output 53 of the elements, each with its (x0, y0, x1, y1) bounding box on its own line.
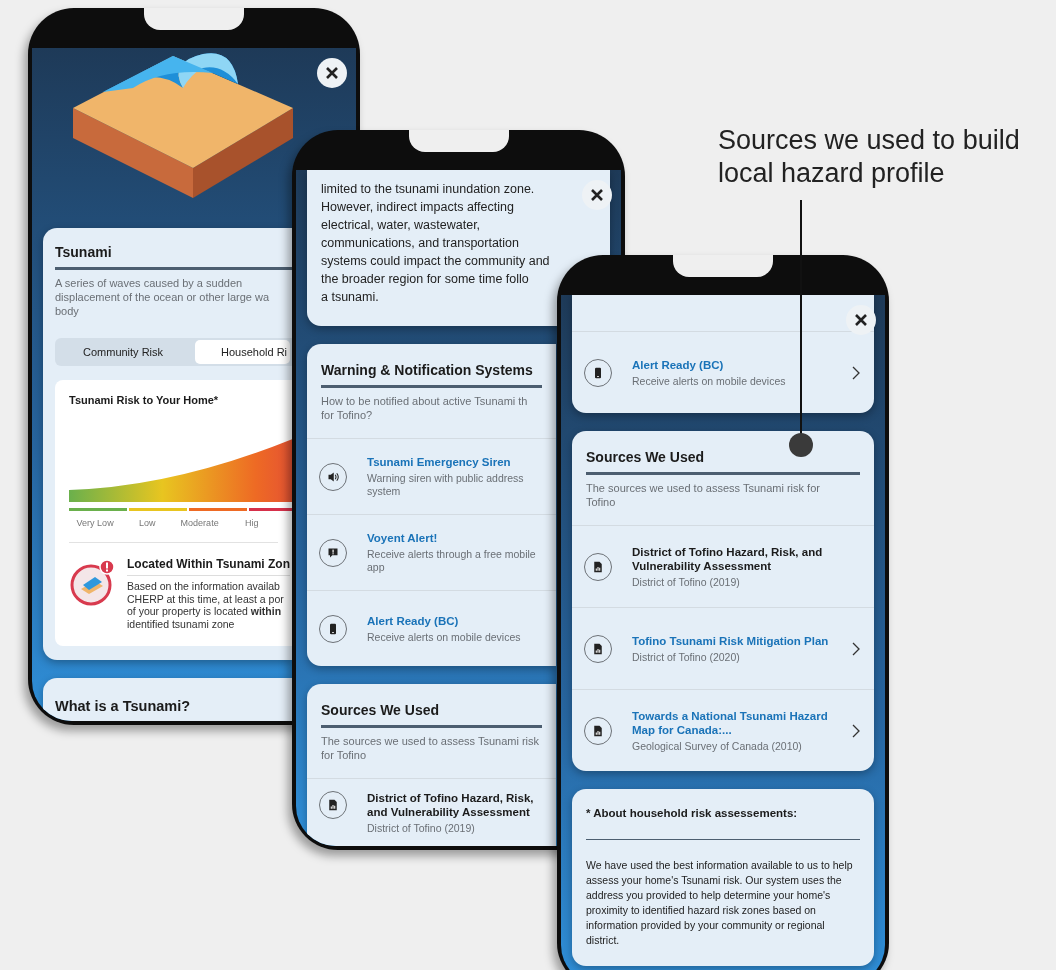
hazard-description: A series of waves caused by a sudden displacement of the ocean or other large wa body (55, 276, 271, 318)
tsunami-zone-alert-icon (69, 559, 117, 607)
item-description: Receive alerts on mobile devices (632, 374, 787, 388)
item-description: Warning siren with public address system (367, 472, 525, 498)
source-publisher: District of Tofino (2020) (632, 650, 741, 664)
close-icon (326, 67, 338, 79)
item-description: Receive alerts on mobile devices (367, 630, 522, 644)
close-icon (591, 189, 603, 201)
risk-level-label: Low (138, 518, 157, 528)
risk-level-label: Very Low (75, 518, 115, 528)
card-title: Sources We Used (321, 702, 440, 720)
risk-level-label: Moderate (179, 518, 220, 528)
risk-level-label: Hig (244, 518, 260, 528)
risk-tab[interactable]: Community Risk (57, 340, 195, 364)
card-subtitle: The sources we used to assess Tsunami risk for Tofino (586, 481, 821, 509)
item-title: Alert Ready (BC) (632, 357, 725, 372)
close-icon (855, 314, 867, 326)
alert-list-item[interactable]: Alert Ready (BC) Receive alerts on mobile devices (307, 590, 556, 666)
zone-alert-text: Based on the information availab CHERP at this time, at least a por of your property is located within identified tsunami zone (127, 580, 285, 630)
source-publisher: Geological Survey of Canada (2010) (632, 739, 803, 753)
source-list-item[interactable]: District of Tofino Hazard, Risk, and Vulnerability Assessment District of Tofino (2019) (307, 778, 556, 846)
source-title: Tofino Tsunami Risk Mitigation Plan (632, 633, 830, 648)
source-title: District of Tofino Hazard, Risk, and Vulnerability Assessment (632, 544, 824, 573)
alert-list-item[interactable]: Voyent Alert! Receive alerts through a free mobile app (307, 514, 556, 590)
card-subtitle: The sources we used to assess Tsunami risk for Tofino (321, 734, 541, 762)
item-title: Voyent Alert! (367, 531, 439, 545)
card-title: Warning & Notification Systems (321, 362, 534, 380)
source-list-item[interactable]: Towards a National Tsunami Hazard Map for Canada:... Geological Survey of Canada (2010) (572, 689, 874, 771)
close-button[interactable] (317, 58, 347, 88)
chevron-icon (852, 641, 860, 656)
item-title: Alert Ready (BC) (367, 613, 460, 628)
chevron-icon (852, 723, 860, 738)
card-title: Tsunami (55, 244, 113, 262)
card-subtitle: How to be notified about active Tsunami th for Tofino? (321, 394, 529, 422)
impact-paragraph: limited to the tsunami inundation zone. However, indirect impacts affecting electrical, water, wastewater, communications, and transportation systems could impact the community and the broader region for some time follo a tsunami. (321, 181, 551, 306)
item-title: Tsunami Emergency Siren (367, 455, 512, 469)
annotation-text: Sources we used to build local hazard profile (718, 124, 1021, 190)
panel-title: Tsunami Risk to Your Home* (69, 394, 220, 406)
source-list-item[interactable]: District of Tofino Hazard, Risk, and Vulnerability Assessment District of Tofino (2019) (572, 525, 874, 607)
card-title: What is a Tsunami? (55, 698, 192, 716)
disclaimer-paragraph: We have used the best information available to us to help assess your home's Tsunami risk. Our system uses the address you provided to help determine your home's proximity to identified hazard risk zones based on information provided by your community or regional district. (586, 858, 854, 948)
source-publisher: District of Tofino (2019) (367, 822, 476, 835)
risk-tab[interactable]: Household Ri (195, 340, 290, 364)
zone-alert-title: Located Within Tsunami Zon (127, 557, 290, 576)
alert-list-item[interactable]: Tsunami Emergency Siren Warning siren with public address system (307, 438, 556, 514)
card-title: Sources We Used (586, 449, 705, 467)
source-title: District of Tofino Hazard, Risk, and Vulnerability Assessment (367, 791, 535, 819)
card-title: * About household risk assessements: (586, 807, 860, 840)
source-publisher: District of Tofino (2019) (632, 575, 741, 589)
source-list-item[interactable]: Tofino Tsunami Risk Mitigation Plan District of Tofino (2020) (572, 607, 874, 689)
chevron-icon (852, 365, 860, 380)
source-title: Towards a National Tsunami Hazard Map for Canada:... (632, 708, 829, 737)
item-description: Receive alerts through a free mobile app (367, 548, 537, 574)
